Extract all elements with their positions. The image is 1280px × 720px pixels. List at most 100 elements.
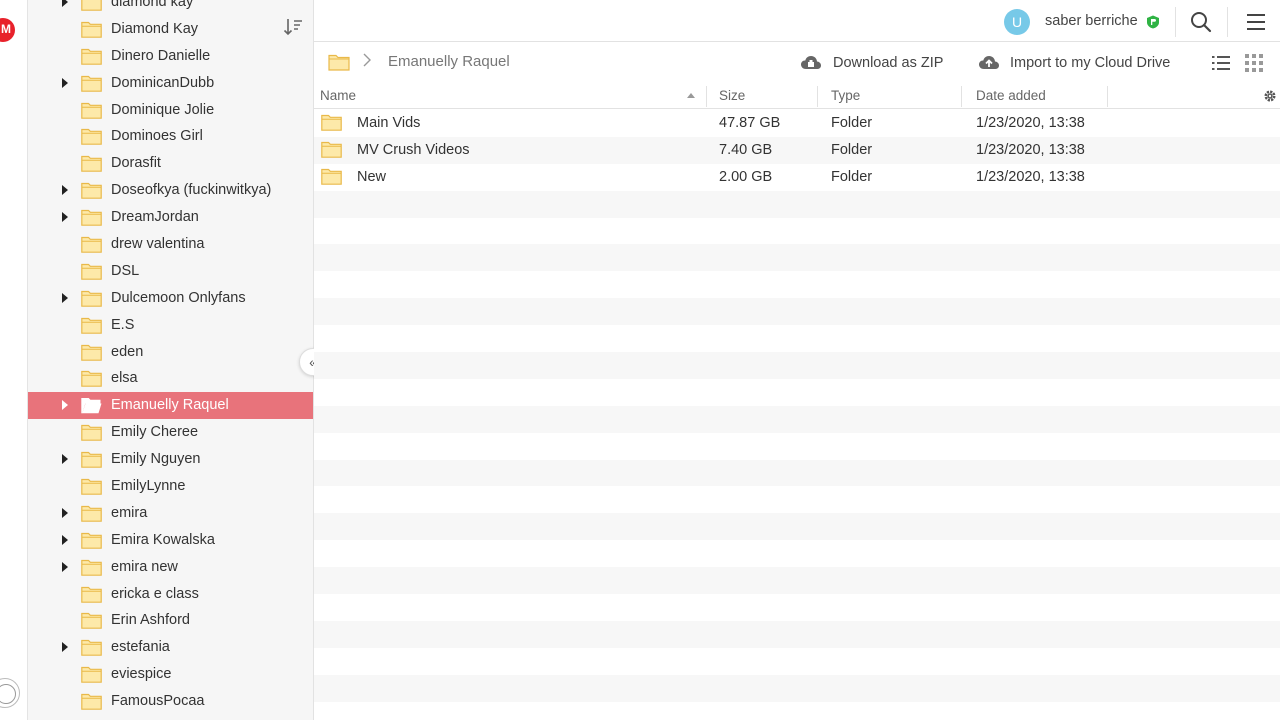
tree-item[interactable]: eden bbox=[28, 339, 313, 366]
tree-item-label: emira new bbox=[111, 558, 178, 575]
tree-item[interactable]: DreamJordan bbox=[28, 204, 313, 231]
column-divider[interactable] bbox=[706, 86, 707, 107]
tree-item[interactable]: elsa bbox=[28, 365, 313, 392]
column-header-type[interactable]: Type bbox=[831, 88, 860, 103]
table-row[interactable]: MV Crush Videos 7.40 GB Folder 1/23/2020, 1… bbox=[314, 136, 1280, 164]
tree-item[interactable]: ericka e class bbox=[28, 581, 313, 608]
tree-item[interactable]: Dominoes Girl bbox=[28, 123, 313, 150]
tree-item[interactable]: emira bbox=[28, 500, 313, 527]
column-divider[interactable] bbox=[1107, 86, 1108, 107]
folder-icon bbox=[81, 532, 102, 549]
tree-item[interactable]: Emanuelly Raquel bbox=[28, 392, 313, 420]
tree-item-label: Emira Kowalska bbox=[111, 531, 215, 548]
folder-icon bbox=[81, 183, 102, 200]
tree-item[interactable]: Doseofkya (fuckinwitkya) bbox=[28, 177, 313, 204]
gear-icon[interactable] bbox=[1262, 88, 1278, 104]
column-divider[interactable] bbox=[961, 86, 962, 107]
empty-row bbox=[314, 244, 1280, 272]
folder-icon bbox=[81, 640, 102, 657]
chevron-right-icon bbox=[363, 53, 371, 67]
expand-arrow-icon[interactable] bbox=[62, 561, 68, 572]
tree-item-label: Dorasfit bbox=[111, 155, 161, 172]
tree-item[interactable]: estefania bbox=[28, 634, 313, 661]
tree-item[interactable]: EmilyLynne bbox=[28, 473, 313, 500]
tree-item[interactable]: emira new bbox=[28, 554, 313, 581]
expand-arrow-icon[interactable] bbox=[62, 212, 68, 223]
folder-icon bbox=[81, 0, 102, 11]
column-header-name[interactable]: Name bbox=[320, 88, 356, 103]
tree-item[interactable]: E.S bbox=[28, 312, 313, 339]
folder-icon bbox=[81, 505, 102, 522]
download-zip-button[interactable]: Download as ZIP bbox=[833, 55, 943, 71]
tree-item[interactable]: eviespice bbox=[28, 661, 313, 688]
breadcrumb-current[interactable]: Emanuelly Raquel bbox=[388, 53, 510, 70]
tree-item[interactable]: Dulcemoon Onlyfans bbox=[28, 285, 313, 312]
expand-arrow-icon[interactable] bbox=[62, 642, 68, 653]
expand-arrow-icon[interactable] bbox=[62, 185, 68, 196]
expand-arrow-icon[interactable] bbox=[62, 0, 68, 7]
column-header-date[interactable]: Date added bbox=[976, 88, 1046, 103]
table-row[interactable]: Main Vids 47.87 GB Folder 1/23/2020, 13:38 bbox=[314, 110, 1280, 137]
tree-item[interactable]: Dinero Danielle bbox=[28, 43, 313, 70]
table-row[interactable]: New 2.00 GB Folder 1/23/2020, 13:38 bbox=[314, 163, 1280, 191]
mega-logo-icon[interactable] bbox=[0, 18, 15, 42]
tree-item[interactable]: Dorasfit bbox=[28, 150, 313, 177]
folder-icon bbox=[81, 156, 102, 173]
username[interactable]: saber berriche bbox=[1045, 13, 1138, 29]
tree-item-label: Erin Ashford bbox=[111, 612, 190, 629]
tree-item[interactable]: Dominique Jolie bbox=[28, 97, 313, 124]
sort-ascending-icon[interactable] bbox=[687, 93, 695, 98]
expand-arrow-icon[interactable] bbox=[62, 534, 68, 545]
empty-row bbox=[314, 674, 1280, 702]
folder-tree: diamond kay Diamond Kay Dinero Danielle Dom… bbox=[28, 0, 313, 715]
empty-row bbox=[314, 459, 1280, 487]
tree-item[interactable]: Emily Cheree bbox=[28, 419, 313, 446]
tree-item[interactable]: DSL bbox=[28, 258, 313, 285]
top-bar: U saber berriche bbox=[314, 0, 1280, 42]
grid-view-icon[interactable] bbox=[1245, 54, 1263, 72]
transfer-manager-icon[interactable] bbox=[0, 678, 20, 708]
column-divider[interactable] bbox=[817, 86, 818, 107]
avatar[interactable]: U bbox=[1004, 9, 1030, 35]
tree-item-label: DreamJordan bbox=[111, 209, 199, 226]
expand-arrow-icon[interactable] bbox=[62, 454, 68, 465]
tree-item[interactable]: FamousPocaa bbox=[28, 688, 313, 715]
cell-name: MV Crush Videos bbox=[357, 141, 470, 158]
tree-item[interactable]: Diamond Kay bbox=[28, 16, 313, 43]
folder-icon bbox=[81, 344, 102, 361]
tree-item[interactable]: diamond kay bbox=[28, 0, 313, 16]
import-cloud-drive-button[interactable]: Import to my Cloud Drive bbox=[1010, 55, 1170, 71]
cloud-upload-icon[interactable] bbox=[978, 53, 1000, 73]
divider bbox=[1175, 7, 1176, 37]
hamburger-menu-icon[interactable] bbox=[1246, 13, 1266, 31]
divider bbox=[1227, 7, 1228, 37]
expand-arrow-icon[interactable] bbox=[62, 400, 68, 411]
expand-arrow-icon[interactable] bbox=[62, 77, 68, 88]
empty-row bbox=[314, 701, 1280, 720]
tree-item[interactable]: drew valentina bbox=[28, 231, 313, 258]
column-header-size[interactable]: Size bbox=[719, 88, 745, 103]
tree-item-label: Dominique Jolie bbox=[111, 101, 215, 118]
folder-icon[interactable] bbox=[328, 53, 350, 71]
sort-icon[interactable] bbox=[282, 16, 304, 38]
tree-item[interactable]: Emira Kowalska bbox=[28, 527, 313, 554]
left-rail bbox=[0, 0, 28, 720]
tree-item[interactable]: Erin Ashford bbox=[28, 607, 313, 634]
folder-icon bbox=[81, 290, 102, 307]
folder-icon bbox=[81, 317, 102, 334]
cell-size: 7.40 GB bbox=[719, 141, 773, 158]
list-view-icon[interactable] bbox=[1212, 54, 1230, 72]
expand-arrow-icon[interactable] bbox=[62, 507, 68, 518]
tree-item[interactable]: DominicanDubb bbox=[28, 70, 313, 97]
download-zip-icon[interactable] bbox=[800, 53, 822, 73]
folder-icon bbox=[81, 586, 102, 603]
cell-size: 47.87 GB bbox=[719, 115, 781, 131]
folder-tree-panel: diamond kay Diamond Kay Dinero Danielle Dom… bbox=[28, 0, 314, 720]
folder-icon bbox=[81, 667, 102, 684]
search-icon[interactable] bbox=[1190, 11, 1212, 33]
expand-arrow-icon[interactable] bbox=[62, 292, 68, 303]
tree-item-label: Dominoes Girl bbox=[111, 128, 203, 145]
tree-item-label: DSL bbox=[111, 262, 140, 279]
tree-item-label: DominicanDubb bbox=[111, 74, 215, 91]
tree-item[interactable]: Emily Nguyen bbox=[28, 446, 313, 473]
